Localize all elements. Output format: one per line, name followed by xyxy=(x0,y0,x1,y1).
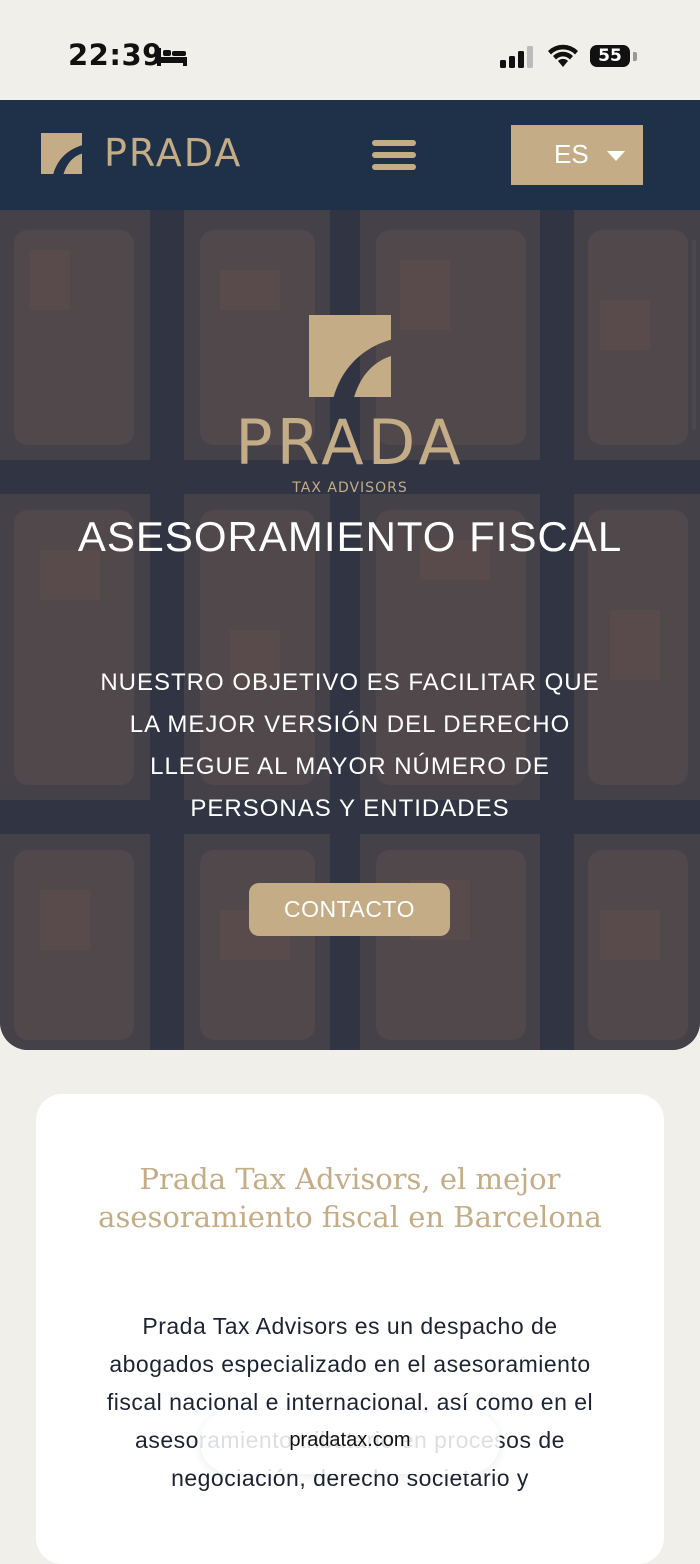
sleep-focus-icon xyxy=(157,48,187,66)
clock: 22:39 xyxy=(68,38,163,72)
page-scrollbar[interactable] xyxy=(692,240,696,430)
url-text: pradatax.com xyxy=(289,1429,411,1451)
intro-card: Prada Tax Advisors, el mejor asesoramien… xyxy=(36,1094,664,1564)
prada-logo-icon xyxy=(309,315,391,397)
hero-brand-logo-text: PRADA xyxy=(235,406,465,479)
hero-tagline: NUESTRO OBJETIVO ES FACILITAR QUE LA MEJ… xyxy=(100,669,600,822)
hero-section: PRADA TAX ADVISORS ASESORAMIENTO FISCAL … xyxy=(0,210,700,1050)
status-bar: 22:39 55 xyxy=(0,0,700,100)
browser-address-bar[interactable]: pradatax.com xyxy=(200,1410,500,1474)
contact-button[interactable]: CONTACTO xyxy=(249,883,450,936)
chevron-down-icon xyxy=(607,151,625,161)
prada-logo-icon[interactable] xyxy=(41,133,82,174)
language-selector[interactable]: ES xyxy=(511,125,643,185)
menu-bar xyxy=(372,140,416,146)
hero-brand-subtitle: TAX ADVISORS xyxy=(292,480,408,496)
battery-cap xyxy=(633,52,637,61)
hamburger-menu-icon[interactable] xyxy=(372,140,416,172)
battery-icon: 55 xyxy=(590,45,630,67)
language-label: ES xyxy=(554,139,589,169)
brand-logo-text[interactable]: PRADA xyxy=(104,131,242,175)
menu-bar xyxy=(372,164,416,170)
intro-heading: Prada Tax Advisors, el mejor asesoramien… xyxy=(98,1162,602,1234)
wifi-icon xyxy=(548,44,578,67)
menu-bar xyxy=(372,152,416,158)
hero-title: ASESORAMIENTO FISCAL xyxy=(77,513,623,560)
cellular-signal-icon xyxy=(500,46,533,68)
battery-level: 55 xyxy=(598,46,622,66)
